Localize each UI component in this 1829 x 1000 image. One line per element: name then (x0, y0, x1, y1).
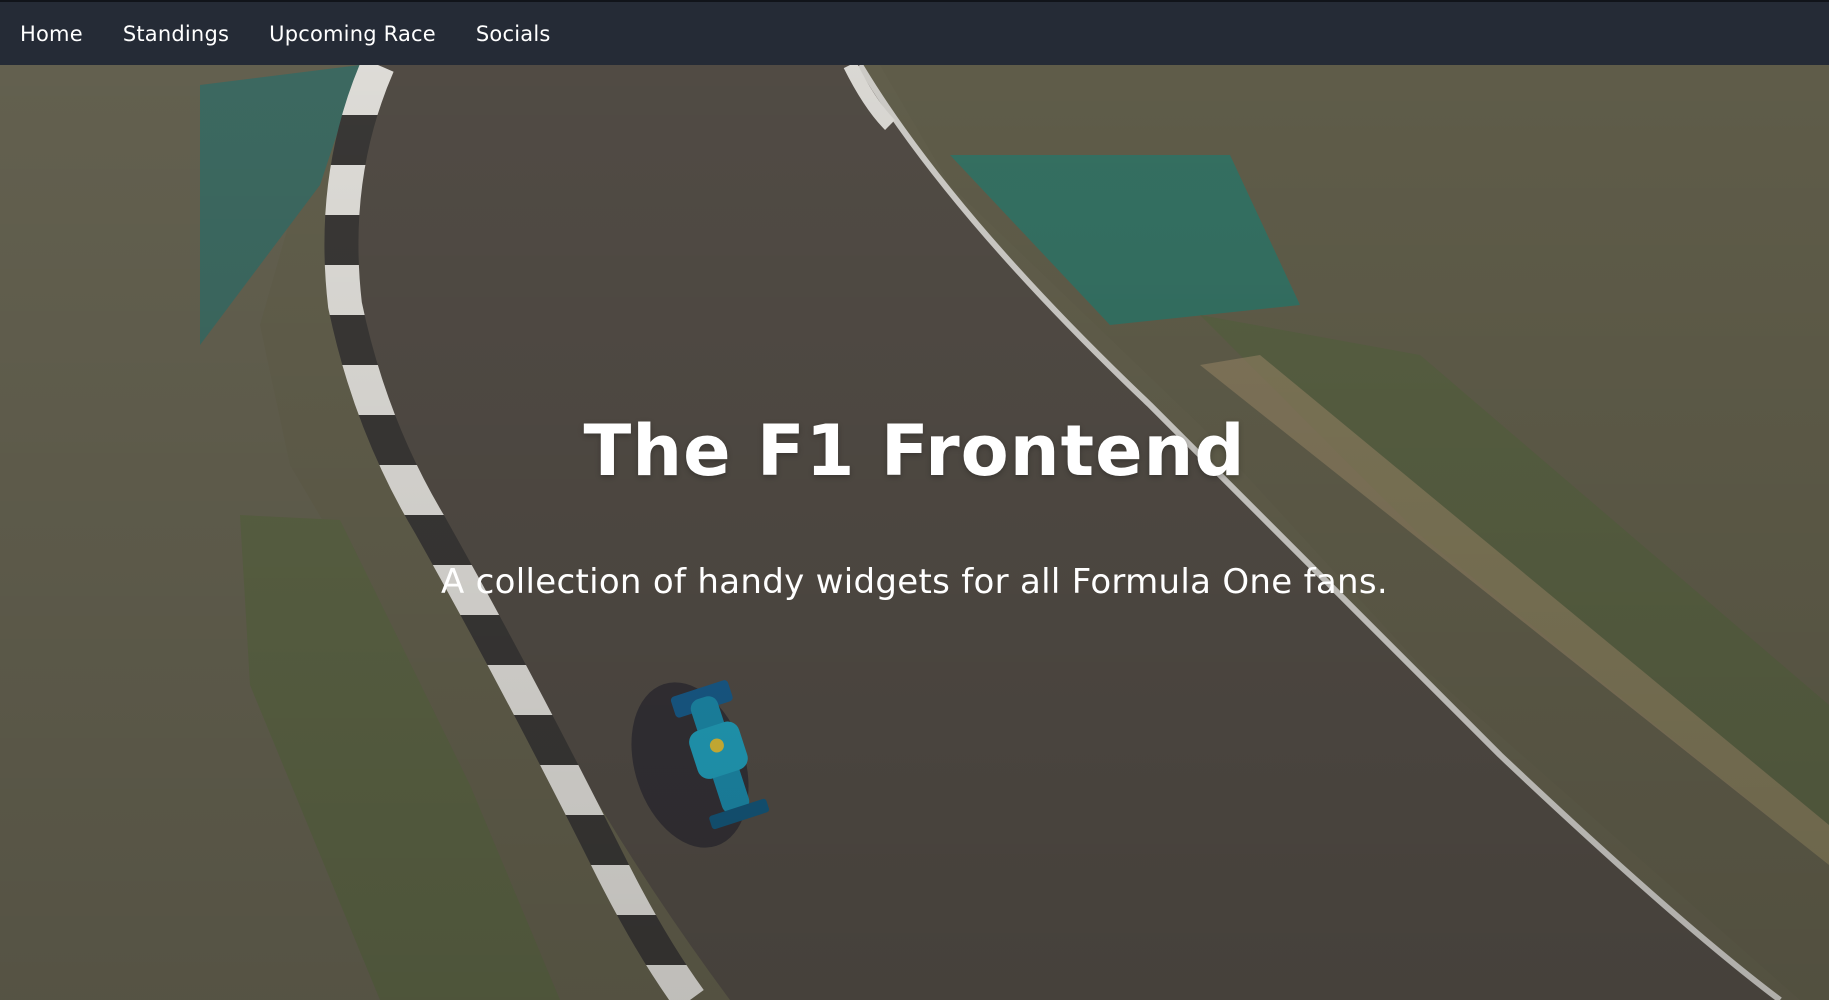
nav-socials-link[interactable]: Socials (476, 22, 551, 46)
top-navbar: Home Standings Upcoming Race Socials (0, 0, 1829, 65)
nav-standings-link[interactable]: Standings (123, 22, 229, 46)
hero-background-image (0, 65, 1829, 1000)
hero-title: The F1 Frontend (583, 410, 1246, 492)
hero-section: The F1 Frontend A collection of handy wi… (0, 65, 1829, 1000)
nav-upcoming-race-link[interactable]: Upcoming Race (269, 22, 436, 46)
hero-subtitle: A collection of handy widgets for all Fo… (440, 562, 1388, 602)
nav-home-link[interactable]: Home (20, 22, 83, 46)
